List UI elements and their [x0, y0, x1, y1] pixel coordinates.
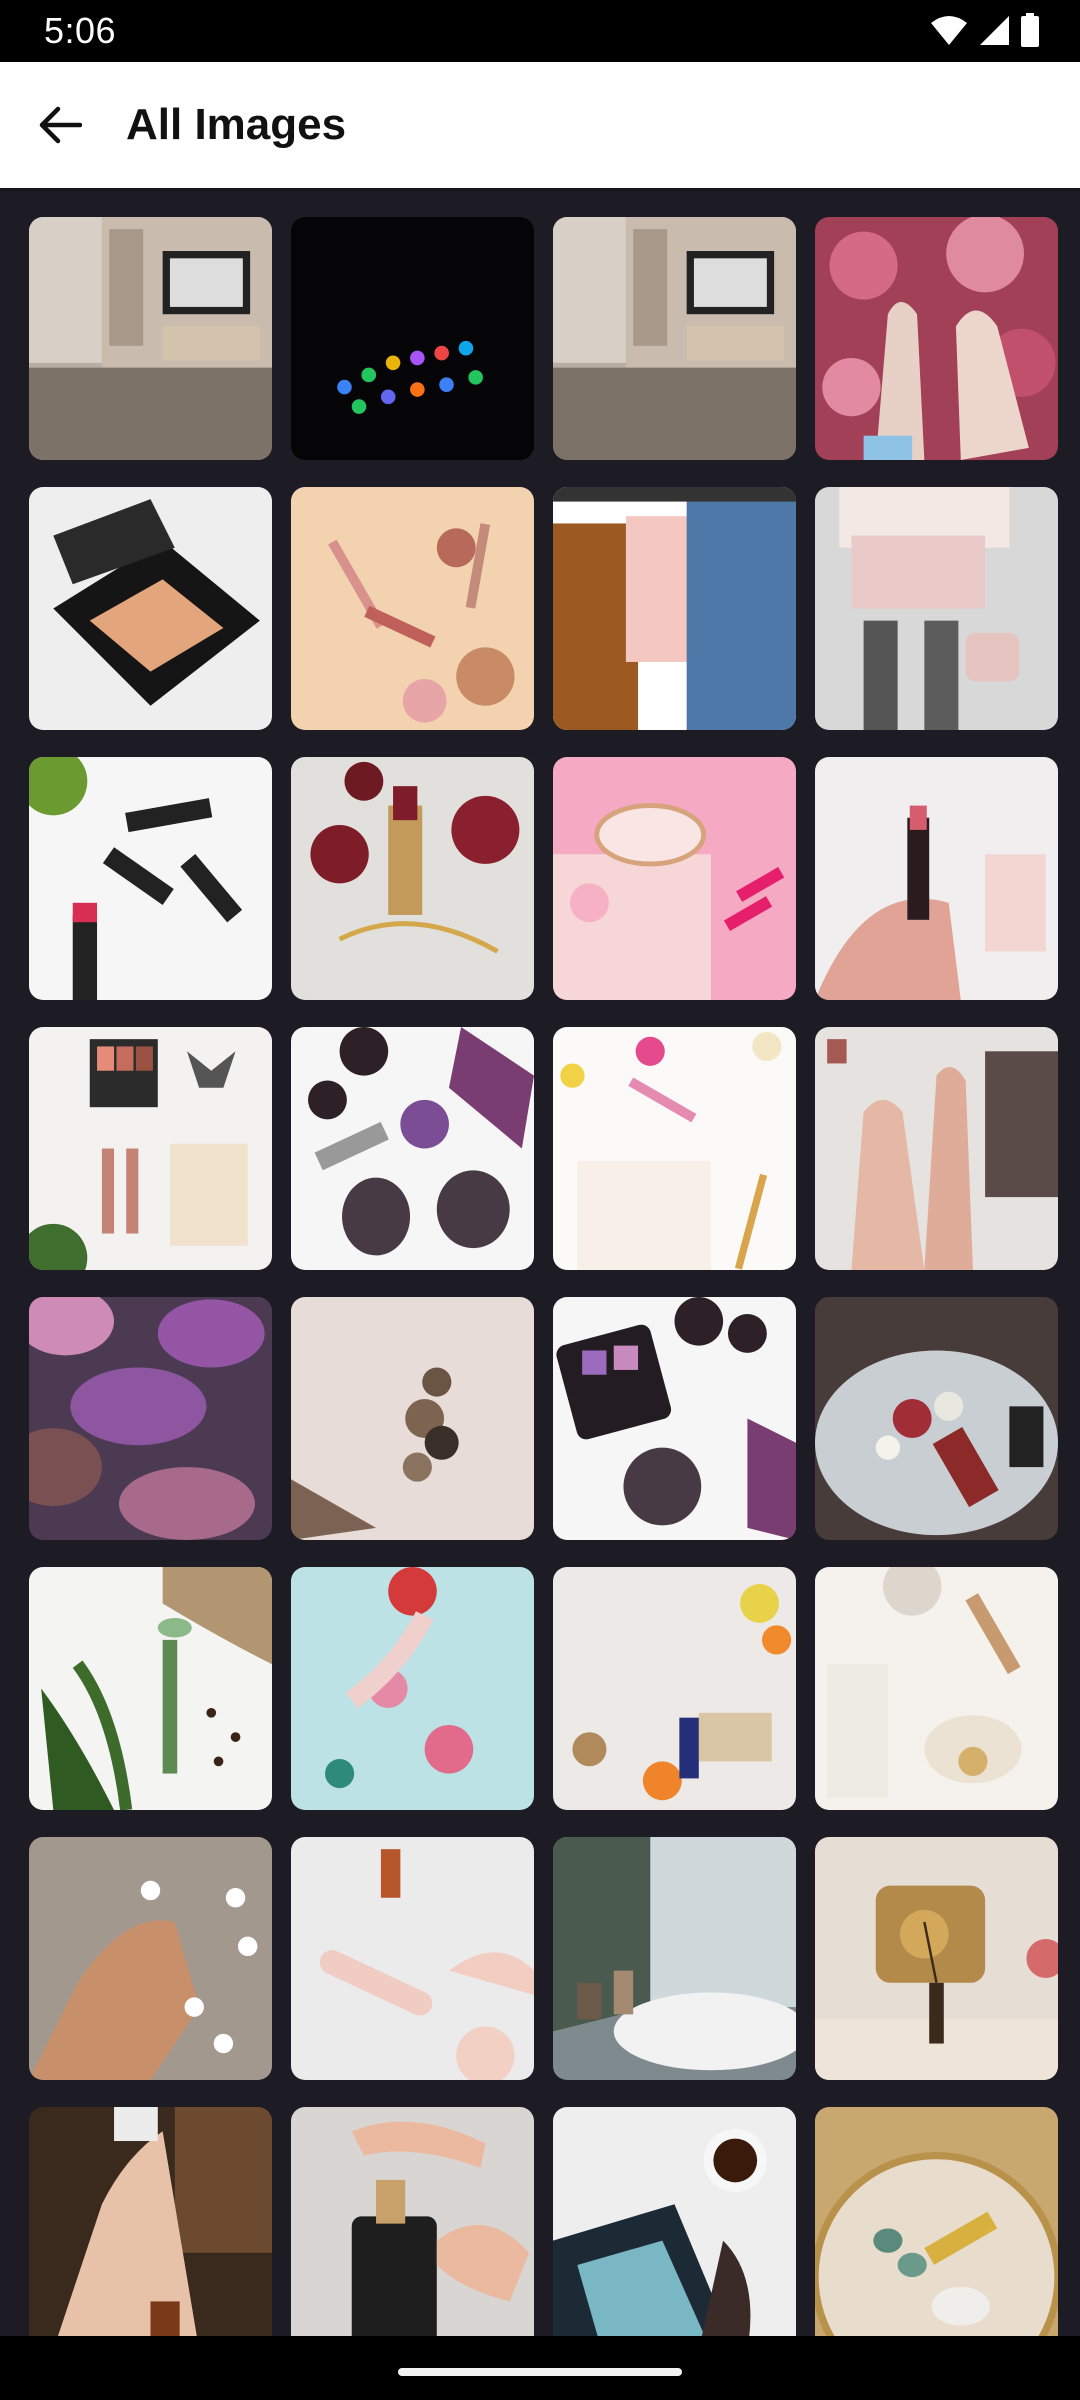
image-grid[interactable]	[29, 217, 1059, 2337]
image-thumbnail-purple-eyeshadow-closeup[interactable]	[29, 1297, 272, 1540]
image-thumbnail-pool-flowers-hand[interactable]	[291, 1567, 534, 1810]
image-thumbnail-citrus-ginger-soap[interactable]	[553, 1567, 796, 1810]
image-thumbnail-towel-brush-soap[interactable]	[815, 1567, 1058, 1810]
image-thumbnail-phone-dark-screen[interactable]	[291, 217, 534, 460]
page-title: All Images	[126, 100, 347, 149]
wifi-icon	[931, 16, 967, 45]
battery-icon	[1021, 13, 1039, 47]
image-thumbnail-hands-with-rings-flowers[interactable]	[815, 217, 1058, 460]
image-thumbnail-eyeshadow-palette-brushes[interactable]	[29, 1027, 272, 1270]
image-thumbnail-lipstick-dried-roses[interactable]	[291, 757, 534, 1000]
arrow-back-icon	[39, 106, 82, 144]
gesture-handle[interactable]	[398, 2368, 682, 2376]
image-thumbnail-living-room-tv[interactable]	[553, 217, 796, 460]
image-thumbnail-pink-skirt-handbag[interactable]	[815, 487, 1058, 730]
status-icons	[930, 13, 1040, 47]
image-thumbnail-palette-figs-berries[interactable]	[553, 1297, 796, 1540]
image-thumbnail-compact-powder[interactable]	[29, 487, 272, 730]
image-thumbnail-soap-dispenser-hands[interactable]	[291, 2107, 534, 2337]
image-thumbnail-hand-holding-lipstick[interactable]	[815, 757, 1058, 1000]
image-thumbnail-hand-nails-palette[interactable]	[815, 1027, 1058, 1270]
image-thumbnail-red-lipsticks[interactable]	[29, 757, 272, 1000]
image-thumbnail-pink-marble-pebbles[interactable]	[291, 1297, 534, 1540]
image-thumbnail-bathtub-window[interactable]	[553, 1837, 796, 2080]
image-thumbnail-serum-dropper-arm[interactable]	[29, 2107, 272, 2337]
back-button[interactable]	[30, 95, 90, 155]
image-thumbnail-gold-tray-roller[interactable]	[815, 2107, 1058, 2337]
image-thumbnail-gold-pillow-diffuser[interactable]	[815, 1837, 1058, 2080]
image-thumbnail-living-room-tv[interactable]	[29, 217, 272, 460]
image-thumbnail-pink-mirror-lipstick[interactable]	[553, 757, 796, 1000]
image-thumbnail-clothes-on-rack[interactable]	[553, 487, 796, 730]
image-thumbnail-figs-blackberries-lipstick[interactable]	[291, 1027, 534, 1270]
app-bar: All Images	[0, 62, 1080, 188]
status-bar: 5:06	[0, 0, 1080, 62]
image-thumbnail-mirror-flowers-lipgloss[interactable]	[815, 1297, 1058, 1540]
image-thumbnail-jade-roller-coffee-beans[interactable]	[29, 1567, 272, 1810]
image-thumbnail-makeup-brushes-peach[interactable]	[291, 487, 534, 730]
signal-icon	[980, 16, 1009, 45]
status-time: 5:06	[44, 10, 117, 51]
image-thumbnail-notebook-flowers-pen[interactable]	[553, 1027, 796, 1270]
image-thumbnail-rose-quartz-roller[interactable]	[291, 1837, 534, 2080]
image-thumbnail-hand-daisies[interactable]	[29, 1837, 272, 2080]
image-thumbnail-magazines-tea[interactable]	[553, 2107, 796, 2337]
